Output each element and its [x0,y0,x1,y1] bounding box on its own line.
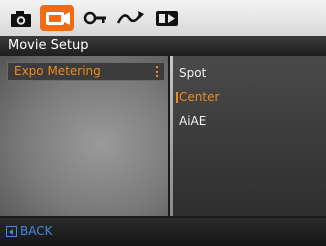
option-center[interactable]: Center [176,89,220,105]
option-aiae[interactable]: AiAE [179,113,206,129]
key-icon[interactable] [80,5,110,31]
camera-menu-screen: Movie Setup Expo Metering Spot Center Ai… [0,0,326,246]
selection-cursor-icon [176,92,178,103]
page-title: Movie Setup [8,38,89,53]
options-panel: Spot Center AiAE [170,56,326,216]
option-label: Center [179,90,220,104]
curve-icon[interactable] [114,5,148,31]
menu-item-expo-metering[interactable]: Expo Metering [7,62,165,81]
menu-item-label: Expo Metering [14,64,101,78]
option-label: AiAE [179,114,207,128]
mode-tab-bar [0,0,326,36]
option-label: Spot [179,66,207,80]
playback-icon[interactable] [152,5,184,31]
footer-bar: BACK [0,218,326,246]
movie-camera-icon[interactable] [40,5,74,31]
back-arrow-icon [6,226,17,237]
option-spot[interactable]: Spot [179,65,206,81]
submenu-indicator-icon [156,66,161,77]
camera-icon[interactable] [6,5,36,31]
back-label: BACK [20,224,53,238]
settings-list: Expo Metering [0,56,168,216]
menu-header: Movie Setup [0,36,326,56]
